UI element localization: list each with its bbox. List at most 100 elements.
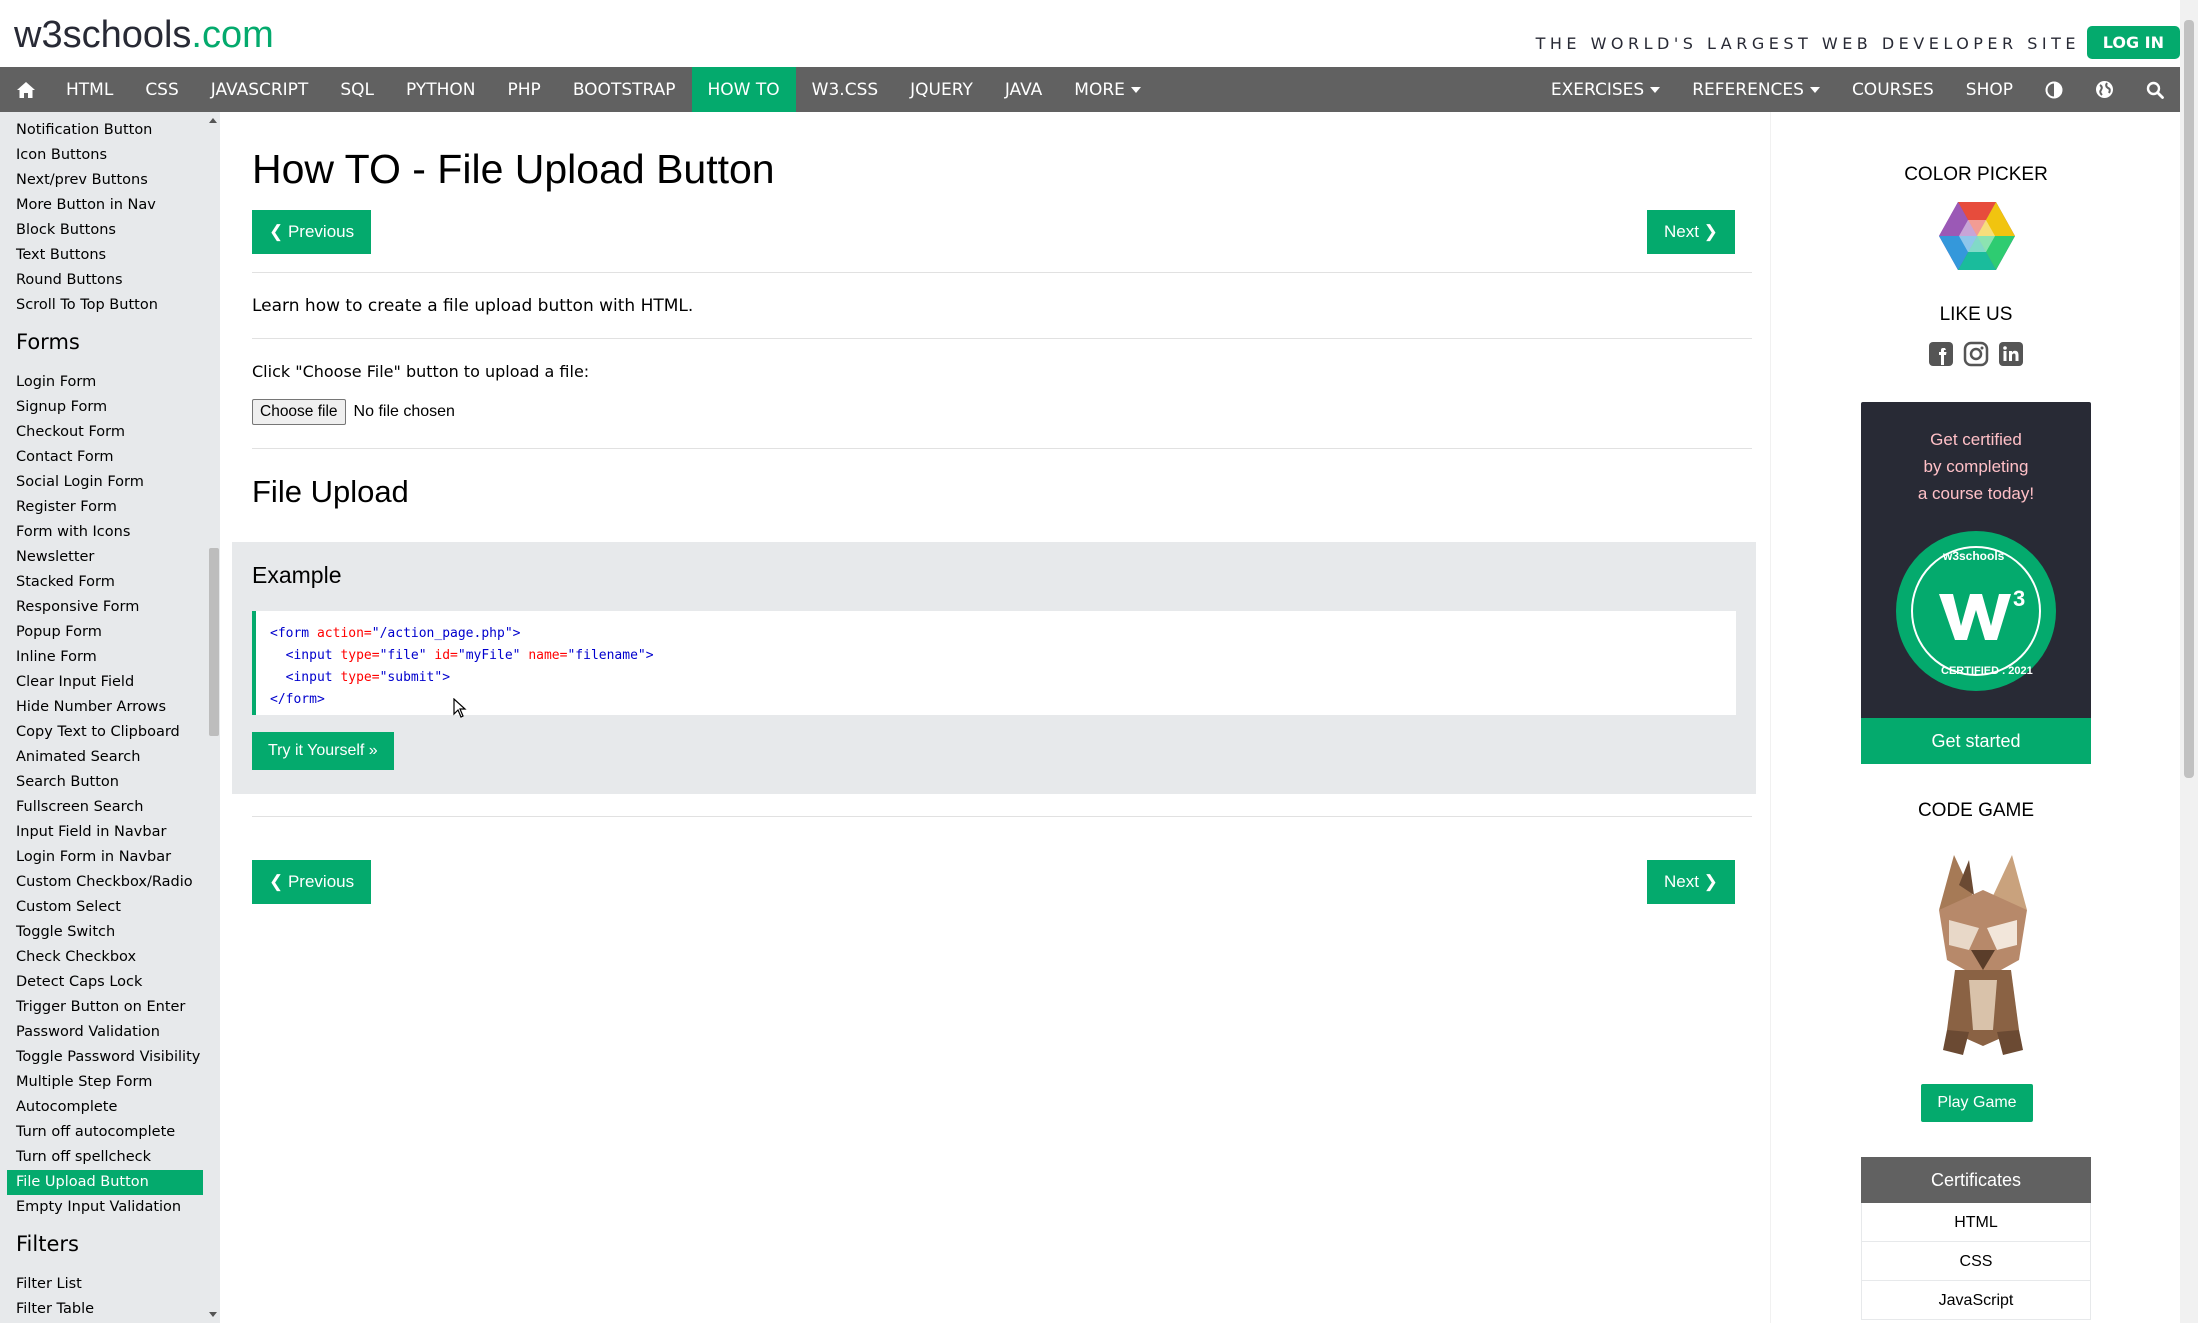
search-icon[interactable] (2130, 67, 2180, 112)
nav-courses[interactable]: COURSES (1836, 67, 1950, 112)
nav-sql[interactable]: SQL (324, 67, 390, 112)
sidebar-link[interactable]: Password Validation (7, 1020, 203, 1045)
nav-java[interactable]: JAVA (989, 67, 1058, 112)
code-value: "myFile" (457, 648, 521, 663)
sidebar-link[interactable]: Turn off spellcheck (7, 1145, 203, 1170)
sidebar-link[interactable]: Scroll To Top Button (7, 293, 203, 318)
sidebar-link[interactable]: Notification Button (7, 118, 203, 143)
sidebar-link[interactable]: Responsive Form (7, 595, 203, 620)
page-scrollbar[interactable] (2180, 0, 2198, 1323)
sidebar-scroll-thumb[interactable] (209, 548, 219, 736)
code-game-label: CODE GAME (1917, 800, 2035, 821)
sidebar-link[interactable]: Social Login Form (7, 470, 203, 495)
sidebar-link[interactable]: Turn off autocomplete (7, 1120, 203, 1145)
color-picker-icon[interactable] (1938, 200, 2016, 272)
sidebar-link[interactable]: Checkout Form (7, 420, 203, 445)
sidebar-link[interactable]: Stacked Form (7, 570, 203, 595)
previous-button[interactable]: ❮ Previous (252, 210, 372, 254)
sidebar-link[interactable]: Clear Input Field (7, 670, 203, 695)
logo-text: w3schools (14, 14, 192, 56)
nav-howto[interactable]: HOW TO (691, 67, 796, 112)
play-game-button[interactable]: Play Game (1921, 1084, 2033, 1122)
linkedin-icon[interactable] (1998, 340, 2025, 367)
nav-references[interactable]: REFERENCES (1676, 67, 1836, 112)
nav-jquery[interactable]: JQUERY (894, 67, 989, 112)
next-button[interactable]: Next ❯ (1647, 210, 1735, 254)
sidebar-link[interactable]: Toggle Password Visibility (7, 1045, 203, 1070)
sidebar-link[interactable]: Check Checkbox (7, 945, 203, 970)
get-started-button[interactable]: Get started (1861, 718, 2091, 764)
sidebar-link[interactable]: Login Form (7, 370, 203, 395)
sidebar-link[interactable]: Multiple Step Form (7, 1070, 203, 1095)
sidebar-link[interactable]: Inline Form (7, 645, 203, 670)
contrast-icon[interactable] (2029, 67, 2079, 112)
nav-references-label: REFERENCES (1692, 79, 1804, 100)
sidebar-link[interactable]: Next/prev Buttons (7, 168, 203, 193)
cert-line-3: a course today! (1917, 484, 2035, 503)
nav-css[interactable]: CSS (129, 67, 194, 112)
sidebar-link[interactable]: Copy Text to Clipboard (7, 720, 203, 745)
sidebar-link[interactable]: Toggle Switch (7, 920, 203, 945)
sidebar-link[interactable]: Detect Caps Lock (7, 970, 203, 995)
code-tag: <input (285, 648, 333, 663)
sidebar-link[interactable]: Filter List (7, 1272, 203, 1297)
lynx-mascot-icon[interactable] (1919, 850, 2047, 1060)
sidebar-link[interactable]: Popup Form (7, 620, 203, 645)
sidebar-link[interactable]: Input Field in Navbar (7, 820, 203, 845)
scroll-up-arrow-icon[interactable] (209, 118, 217, 123)
globe-icon[interactable] (2079, 67, 2130, 112)
next-button-bottom[interactable]: Next ❯ (1647, 860, 1735, 904)
page-scroll-thumb[interactable] (2184, 20, 2194, 778)
logo-tld: .com (191, 14, 274, 56)
sidebar-link[interactable]: Hide Number Arrows (7, 695, 203, 720)
scroll-down-arrow-icon[interactable] (209, 1312, 217, 1317)
try-it-yourself-button[interactable]: Try it Yourself » (252, 732, 394, 770)
sidebar-link[interactable]: Filter Table (7, 1297, 203, 1322)
nav-php[interactable]: PHP (492, 67, 557, 112)
facebook-icon[interactable] (1928, 340, 1955, 367)
choose-file-button[interactable]: Choose file (252, 399, 346, 425)
sidebar-link[interactable]: Animated Search (7, 745, 203, 770)
nav-exercises[interactable]: EXERCISES (1535, 67, 1676, 112)
file-input[interactable]: Choose file No file chosen (252, 399, 455, 425)
sidebar-link[interactable]: Block Buttons (7, 218, 203, 243)
sidebar-scrollbar[interactable] (207, 112, 220, 1323)
sidebar-link[interactable]: Contact Form (7, 445, 203, 470)
nav-python[interactable]: PYTHON (390, 67, 492, 112)
sidebar-link[interactable]: Text Buttons (7, 243, 203, 268)
certificate-css[interactable]: CSS (1861, 1242, 2091, 1281)
certificate-html[interactable]: HTML (1861, 1203, 2091, 1242)
sidebar-link[interactable]: More Button in Nav (7, 193, 203, 218)
sidebar-link[interactable]: Signup Form (7, 395, 203, 420)
sidebar-link[interactable]: Autocomplete (7, 1095, 203, 1120)
code-block[interactable]: <form action="/action_page.php"> <input … (252, 611, 1736, 715)
code-attr: type= (340, 648, 380, 663)
sidebar-link[interactable]: Trigger Button on Enter (7, 995, 203, 1020)
nav-w3css[interactable]: W3.CSS (796, 67, 894, 112)
certificate-javascript[interactable]: JavaScript (1861, 1281, 2091, 1320)
login-button[interactable]: LOG IN (2086, 26, 2180, 59)
nav-javascript[interactable]: JAVASCRIPT (195, 67, 325, 112)
w3schools-logo[interactable]: w3schools.com (14, 14, 274, 57)
sidebar-link[interactable]: Round Buttons (7, 268, 203, 293)
sidebar-link[interactable]: Icon Buttons (7, 143, 203, 168)
sidebar-link[interactable]: Register Form (7, 495, 203, 520)
certificates-header: Certificates (1861, 1157, 2091, 1203)
nav-more[interactable]: MORE (1058, 67, 1157, 112)
sidebar-link[interactable]: File Upload Button (7, 1170, 203, 1195)
sidebar-link[interactable]: Search Button (7, 770, 203, 795)
nav-shop[interactable]: SHOP (1950, 67, 2029, 112)
nav-bootstrap[interactable]: BOOTSTRAP (557, 67, 692, 112)
sidebar-link[interactable]: Newsletter (7, 545, 203, 570)
mouse-cursor-icon (453, 698, 467, 718)
home-icon[interactable] (0, 67, 50, 112)
nav-html[interactable]: HTML (50, 67, 129, 112)
sidebar-link[interactable]: Login Form in Navbar (7, 845, 203, 870)
sidebar-link[interactable]: Custom Checkbox/Radio (7, 870, 203, 895)
sidebar-link[interactable]: Empty Input Validation (7, 1195, 203, 1220)
sidebar-link[interactable]: Fullscreen Search (7, 795, 203, 820)
instagram-icon[interactable] (1963, 340, 1990, 367)
sidebar-link[interactable]: Form with Icons (7, 520, 203, 545)
previous-button-bottom[interactable]: ❮ Previous (252, 860, 372, 904)
sidebar-link[interactable]: Custom Select (7, 895, 203, 920)
